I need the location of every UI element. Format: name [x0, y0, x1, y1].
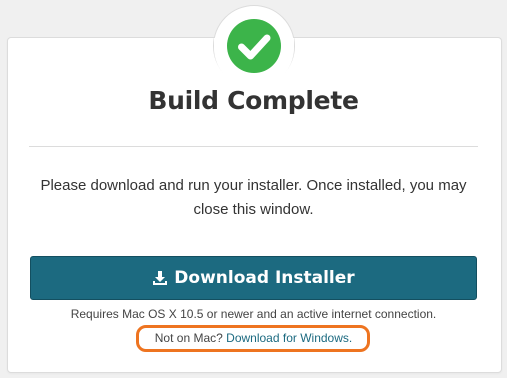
alternate-download-line: Not on Mac? Download for Windows.	[0, 331, 507, 345]
alternate-prefix: Not on Mac?	[154, 331, 223, 345]
download-windows-link[interactable]: Download for Windows.	[226, 331, 352, 345]
download-button-label: Download Installer	[174, 268, 355, 288]
download-installer-button[interactable]: Download Installer	[30, 256, 477, 300]
requirements-text: Requires Mac OS X 10.5 or newer and an a…	[70, 307, 437, 321]
instructions-text: Please download and run your installer. …	[40, 177, 467, 218]
check-circle-icon	[227, 19, 281, 73]
divider	[29, 146, 478, 147]
page-title: Build Complete	[148, 86, 359, 115]
download-icon	[153, 271, 168, 285]
